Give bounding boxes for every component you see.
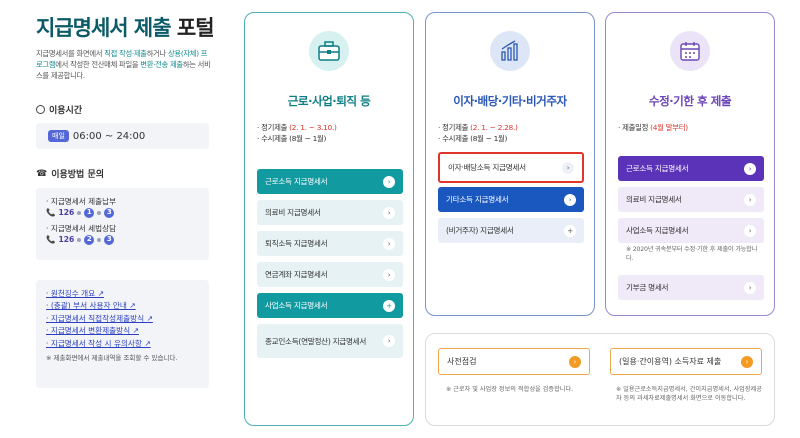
card1-title: 근로·사업·퇴직 등 [287, 94, 371, 108]
briefcase-icon [309, 31, 349, 71]
links-note: ※ 제출화면에서 제출내역을 조회할 수 있습니다. [46, 354, 178, 363]
left-panel: 지급명세서 제출 포털 지급명세서를 화면에서 직접 작성·제출하거나 상용(자… [0, 0, 215, 438]
link-withholding-overview[interactable]: · 원천징수 개요 ↗ [46, 288, 199, 300]
arrow-icon: › [741, 355, 753, 368]
daily-badge: 매일 [48, 130, 69, 142]
arrow-icon: › [383, 237, 395, 250]
btn-nonresident[interactable]: (비거주자) 지급명세서 + [438, 218, 584, 243]
card-earned-business-retirement: 근로·사업·퇴직 등 · 정기제출 (2. 1. ~ 3.10.) · 수시제출… [244, 12, 414, 426]
btn-daily-income-submit[interactable]: (일용·간이용역) 소득자료 제출 › [610, 348, 762, 375]
btn-amend-earned[interactable]: 근로소득 지급명세서 › [618, 156, 764, 181]
btn-amend-business[interactable]: 사업소득 지급명세서 › [618, 218, 764, 243]
card3-schedule: · 제출일정 (4월 말부터) [618, 123, 688, 132]
btn-other-income[interactable]: 기타소득 지급명세서 › [438, 187, 584, 212]
link-convert-submit-method[interactable]: · 지급명세서 변환제출방식 ↗ [46, 325, 199, 337]
arrow-icon: › [569, 355, 581, 368]
card1-schedule: · 정기제출 (2. 1. ~ 3.10.) · 수시제출 (8월 ~ 1월) [257, 123, 337, 143]
arrow-icon: › [562, 161, 574, 174]
usage-time: 06:00 ~ 24:00 [72, 130, 146, 142]
call-icon: 📞 [46, 208, 56, 217]
links-box: · 원천징수 개요 ↗ · (충괄) 부서 사용자 안내 ↗ · 지급명세서 직… [36, 280, 209, 388]
link-dept-user-guide[interactable]: · (충괄) 부서 사용자 안내 ↗ [46, 300, 199, 312]
precheck-note: ※ 근로자 및 사업장 정보의 적합성을 검증합니다. [446, 386, 574, 393]
btn-interest-dividend[interactable]: 이자·배당소득 지급명세서 › [438, 152, 584, 183]
card2-schedule: · 정기제출 (2. 1. ~ 2.28.) · 수시제출 (8월 ~ 1월) [438, 123, 518, 143]
phone-icon: ☎ [36, 168, 48, 179]
calendar-icon [670, 31, 710, 71]
call-icon: 📞 [46, 235, 56, 244]
btn-retirement[interactable]: 퇴직소득 지급명세서 › [257, 231, 403, 256]
daily-income-note: ※ 일용근로소득지급명세서, 간이지급명세서, 사업장제공자 등의 과세자료제출… [616, 386, 762, 402]
arrow-icon: › [383, 335, 395, 347]
card3-note: ※ 2020년 귀속분부터 수정·기한 후 제출이 가능합니다. [626, 246, 758, 262]
btn-earned-income[interactable]: 근로소득 지급명세서 › [257, 169, 403, 194]
card2-title: 이자·배당·기타·비거주자 [453, 94, 567, 108]
arrow-icon: › [744, 162, 756, 175]
phone-line-2: 📞 126 2 3 [46, 234, 199, 245]
card-interest-dividend: 이자·배당·기타·비거주자 · 정기제출 (2. 1. ~ 2.28.) · 수… [425, 12, 595, 316]
plus-icon: + [564, 224, 576, 237]
inquiry-box: · 지급명세서 제출납부 📞 126 1 3 · 지급명세서 세법상담 📞 12… [36, 188, 209, 260]
btn-amend-medical[interactable]: 의료비 지급명세서 › [618, 187, 764, 212]
arrow-icon: › [564, 193, 576, 206]
arrow-icon: › [383, 206, 395, 219]
btn-medical[interactable]: 의료비 지급명세서 › [257, 200, 403, 225]
arrow-icon: › [744, 281, 756, 294]
card3-title: 수정·기한 후 제출 [648, 94, 732, 108]
btn-donation[interactable]: 기부금 명세서 › [618, 275, 764, 300]
page-title: 지급명세서 제출 포털 [36, 16, 215, 40]
link-direct-submit-method[interactable]: · 지급명세서 직접작성제출방식 ↗ [46, 313, 199, 325]
arrow-icon: › [383, 268, 395, 281]
btn-religious-income[interactable]: 종교인소득(연말정산) 지급명세서 › [257, 324, 403, 358]
arrow-icon: › [744, 193, 756, 206]
btn-precheck[interactable]: 사전점검 › [438, 348, 590, 375]
btn-pension[interactable]: 연금계좌 지급명세서 › [257, 262, 403, 287]
btn-business-income[interactable]: 사업소득 지급명세서 + [257, 293, 403, 318]
inquiry-label-1: · 지급명세서 제출납부 [46, 197, 117, 206]
arrow-icon: › [744, 224, 756, 237]
intro-text: 지급명세서를 화면에서 직접 작성·제출하거나 상용(자체) 프로그램에서 작성… [36, 49, 211, 80]
clock-icon [36, 105, 45, 114]
arrow-icon: › [383, 175, 395, 188]
card-amend-late: 수정·기한 후 제출 · 제출일정 (4월 말부터) 근로소득 지급명세서 › 의… [605, 12, 775, 316]
plus-icon: + [383, 299, 395, 312]
usage-heading: 이용시간 [36, 103, 82, 116]
inquiry-heading: ☎ 이용방법 문의 [36, 168, 105, 181]
bar-chart-icon [490, 31, 530, 71]
phone-line-1: 📞 126 1 3 [46, 207, 199, 218]
card-precheck: 사전점검 › ※ 근로자 및 사업장 정보의 적합성을 검증합니다. (일용·간이… [425, 333, 775, 426]
link-writing-cautions[interactable]: · 지급명세서 작성 시 유의사항 ↗ [46, 338, 199, 350]
usage-time-box: 매일 06:00 ~ 24:00 [36, 123, 209, 149]
inquiry-label-2: · 지급명세서 세법상담 [46, 224, 117, 233]
